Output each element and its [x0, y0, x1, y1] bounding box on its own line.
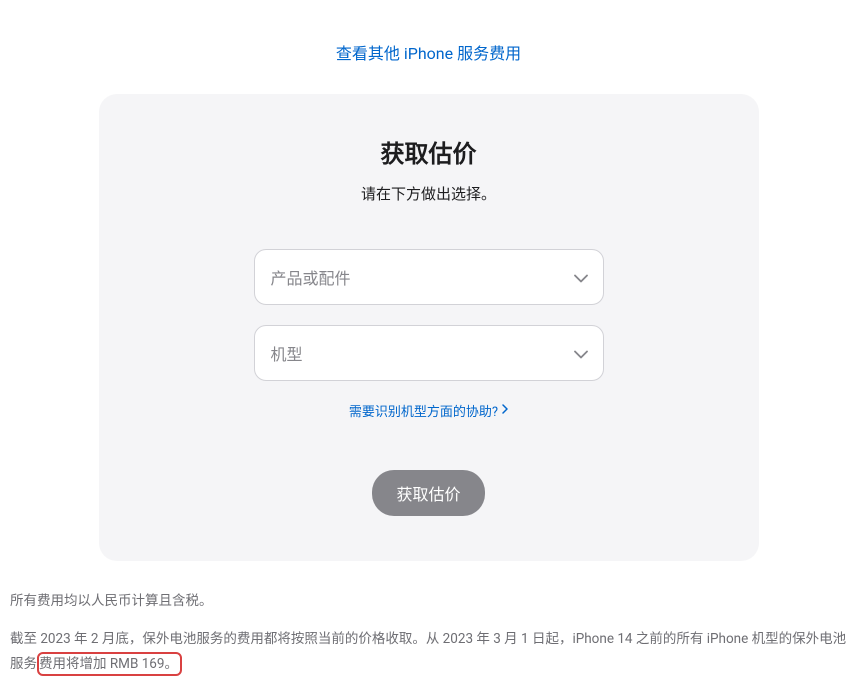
top-link-section: 查看其他 iPhone 服务费用	[10, 10, 847, 94]
card-subtitle: 请在下方做出选择。	[139, 183, 719, 204]
product-select-wrapper: 产品或配件	[254, 249, 604, 305]
chevron-right-icon	[502, 403, 508, 418]
model-select[interactable]: 机型	[254, 325, 604, 381]
footer-text: 所有费用均以人民币计算且含税。 截至 2023 年 2 月底，保外电池服务的费用…	[10, 589, 847, 678]
get-estimate-button[interactable]: 获取估价	[372, 470, 484, 516]
model-select-wrapper: 机型	[254, 325, 604, 381]
price-increase-highlight: 费用将增加 RMB 169。	[37, 652, 182, 676]
card-title: 获取估价	[139, 134, 719, 169]
help-link-label: 需要识别机型方面的协助?	[349, 401, 498, 420]
estimate-card: 获取估价 请在下方做出选择。 产品或配件 机型 需要识别机型方面的协助? 获取估…	[99, 94, 759, 561]
footer-line-2: 截至 2023 年 2 月底，保外电池服务的费用都将按照当前的价格收取。从 20…	[10, 627, 847, 678]
identify-model-help-link[interactable]: 需要识别机型方面的协助?	[349, 401, 508, 420]
product-select[interactable]: 产品或配件	[254, 249, 604, 305]
footer-line-1: 所有费用均以人民币计算且含税。	[10, 589, 847, 615]
view-other-services-link[interactable]: 查看其他 iPhone 服务费用	[336, 44, 521, 63]
